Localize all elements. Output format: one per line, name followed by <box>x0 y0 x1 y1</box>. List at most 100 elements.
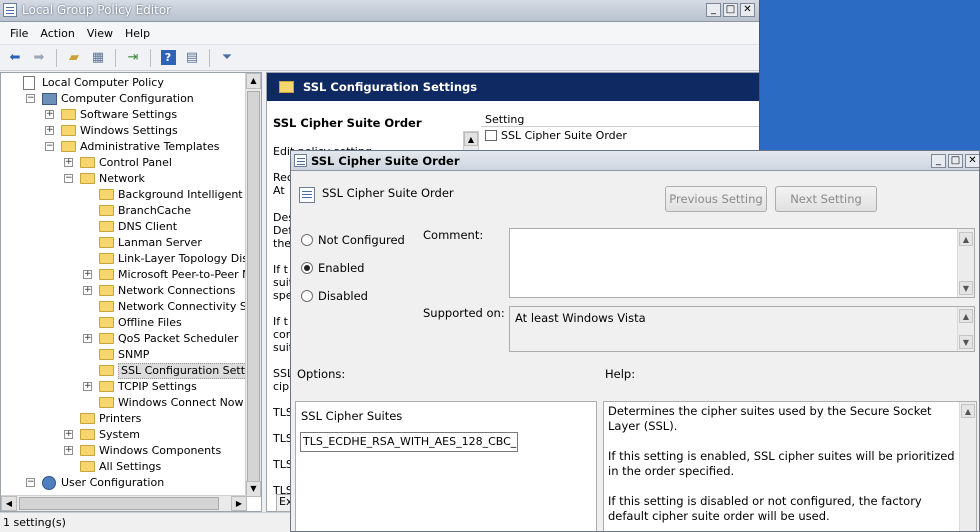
tree-rows: Local Computer Policy − Computer Configura… <box>1 75 261 491</box>
tree-item[interactable]: Background Intelligent Transfe <box>1 187 261 203</box>
comment-scrollbar[interactable]: ▲ ▼ <box>957 229 974 297</box>
folder-icon <box>80 413 95 424</box>
tree-item-label: DNS Client <box>118 220 178 233</box>
radio-disabled[interactable]: Disabled <box>301 289 368 303</box>
tree-item[interactable]: + TCPIP Settings <box>1 379 247 395</box>
scroll-down-icon[interactable]: ▼ <box>959 335 973 349</box>
folder-icon <box>99 317 114 328</box>
scroll-up-icon[interactable]: ▲ <box>246 73 261 89</box>
collapse-icon[interactable]: − <box>45 142 54 151</box>
help-scrollbar[interactable]: ▲ <box>959 402 976 531</box>
properties-icon[interactable]: ▤ <box>181 48 203 68</box>
close-button[interactable]: ✕ <box>740 3 755 17</box>
show-hide-tree-icon[interactable]: ▦ <box>87 48 109 68</box>
dialog-titlebar[interactable]: SSL Cipher Suite Order _ □ ✕ <box>291 151 979 171</box>
tree-item[interactable]: + Microsoft Peer-to-Peer Networ <box>1 267 261 283</box>
expand-icon[interactable]: + <box>45 126 54 135</box>
export-list-icon[interactable]: ⇥ <box>122 48 144 68</box>
collapse-icon[interactable]: − <box>64 174 73 183</box>
tree-item[interactable]: + QoS Packet Scheduler <box>1 331 247 347</box>
scroll-up-icon[interactable]: ▲ <box>961 404 975 418</box>
toolbar-separator <box>150 48 151 67</box>
scroll-up-icon[interactable]: ▲ <box>959 232 973 246</box>
help-icon[interactable]: ? <box>157 48 179 68</box>
expand-icon[interactable]: + <box>83 270 92 279</box>
maximize-button[interactable]: □ <box>723 3 738 17</box>
tree-item[interactable]: − Administrative Templates <box>1 139 247 155</box>
expand-icon[interactable]: + <box>83 286 92 295</box>
filter-icon[interactable]: ⏷ <box>216 48 238 68</box>
radio-circle[interactable] <box>301 234 313 246</box>
tree-item[interactable]: BranchCache <box>1 203 247 219</box>
tree-item[interactable]: Printers <box>1 411 247 427</box>
menu-help[interactable]: Help <box>119 27 156 40</box>
menu-file[interactable]: File <box>4 27 34 40</box>
tree-item[interactable]: SSL Configuration Settings <box>1 363 261 379</box>
up-folder-icon[interactable]: ▰ <box>63 48 85 68</box>
close-button[interactable]: ✕ <box>965 154 979 168</box>
tree-item[interactable]: + System <box>1 427 247 443</box>
folder-icon <box>80 429 95 440</box>
expand-icon[interactable]: + <box>45 110 54 119</box>
tree-item-label: Network <box>99 172 145 185</box>
tree-item[interactable]: Lanman Server <box>1 235 247 251</box>
tree-item[interactable]: SNMP <box>1 347 247 363</box>
main-titlebar[interactable]: Local Group Policy Editor _ □ ✕ <box>0 0 759 22</box>
tree-item-label: Lanman Server <box>118 236 202 249</box>
next-setting-button[interactable]: Next Setting <box>775 186 877 212</box>
collapse-icon[interactable]: − <box>26 94 35 103</box>
radio-not-configured[interactable]: Not Configured <box>301 233 405 247</box>
tree-item[interactable]: Local Computer Policy <box>1 75 247 91</box>
tree-item[interactable]: − User Configuration <box>1 475 247 491</box>
tree-vertical-scrollbar[interactable]: ▲ ▼ <box>245 73 261 497</box>
expand-icon[interactable]: + <box>64 446 73 455</box>
scroll-thumb[interactable] <box>247 91 260 491</box>
window-title: Local Group Policy Editor <box>22 3 172 17</box>
tree-item[interactable]: + Network Connections <box>1 283 247 299</box>
setting-row[interactable]: SSL Cipher Suite Order <box>481 129 759 145</box>
tree-item[interactable]: − Network <box>1 171 247 187</box>
radio-enabled[interactable]: Enabled <box>301 261 364 275</box>
collapse-icon[interactable]: − <box>26 478 35 487</box>
scroll-thumb[interactable] <box>19 497 219 510</box>
scroll-left-icon[interactable]: ◀ <box>1 496 17 511</box>
expand-icon[interactable]: + <box>64 158 73 167</box>
minimize-button[interactable]: _ <box>706 3 721 17</box>
tree-item[interactable]: DNS Client <box>1 219 247 235</box>
scroll-down-icon[interactable]: ▼ <box>959 281 973 295</box>
supported-scrollbar[interactable]: ▲ ▼ <box>957 307 974 351</box>
expand-icon[interactable]: + <box>83 382 92 391</box>
tree-item-label: Link-Layer Topology Discovery <box>118 252 261 265</box>
scroll-up-icon[interactable]: ▲ <box>464 132 478 146</box>
forward-icon[interactable]: ➡ <box>28 48 50 68</box>
radio-circle[interactable] <box>301 262 313 274</box>
maximize-button[interactable]: □ <box>948 154 963 168</box>
tree-item[interactable]: + Windows Components <box>1 443 247 459</box>
back-icon[interactable]: ⬅ <box>4 48 26 68</box>
scroll-right-icon[interactable]: ▶ <box>231 496 247 511</box>
setting-row-label: SSL Cipher Suite Order <box>501 129 627 142</box>
tree-item[interactable]: Windows Connect Now <box>1 395 247 411</box>
column-header-setting[interactable]: Setting <box>481 113 759 127</box>
previous-setting-button[interactable]: Previous Setting <box>665 186 767 212</box>
comment-field[interactable]: ▲ ▼ <box>509 228 975 298</box>
expand-icon[interactable]: + <box>83 334 92 343</box>
tree-item[interactable]: All Settings <box>1 459 247 475</box>
menu-view[interactable]: View <box>81 27 119 40</box>
scroll-up-icon[interactable]: ▲ <box>959 309 973 323</box>
expand-icon[interactable]: + <box>64 430 73 439</box>
tree-item[interactable]: Network Connectivity Status I <box>1 299 261 315</box>
radio-circle[interactable] <box>301 290 313 302</box>
tree-item[interactable]: Offline Files <box>1 315 247 331</box>
tree-item[interactable]: + Software Settings <box>1 107 247 123</box>
tree-item-label: QoS Packet Scheduler <box>118 332 239 345</box>
cipher-suites-input[interactable]: TLS_ECDHE_RSA_WITH_AES_128_CBC_SH <box>300 432 518 452</box>
tree-item[interactable]: Link-Layer Topology Discovery <box>1 251 261 267</box>
minimize-button[interactable]: _ <box>931 154 946 168</box>
menu-action[interactable]: Action <box>34 27 80 40</box>
scroll-down-icon[interactable]: ▼ <box>246 481 261 497</box>
tree-item[interactable]: − Computer Configuration <box>1 91 247 107</box>
tree-item[interactable]: + Control Panel <box>1 155 247 171</box>
tree-item[interactable]: + Windows Settings <box>1 123 247 139</box>
tree-horizontal-scrollbar[interactable]: ◀ ▶ <box>1 495 247 511</box>
